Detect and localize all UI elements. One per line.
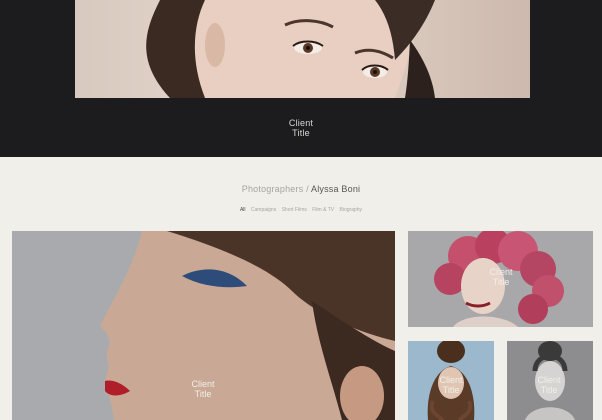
hero-client: Client	[288, 118, 314, 128]
hero-photo-illustration	[146, 0, 435, 98]
portfolio-tile-4[interactable]: Client Title	[507, 341, 593, 420]
portfolio-tile-2[interactable]: Client Title	[408, 231, 593, 327]
category-filter-nav: All Campaigns Short Films Film & TV Biog…	[0, 207, 602, 213]
filter-biography[interactable]: Biography	[340, 207, 363, 213]
tile-3-caption: Client Title	[435, 375, 467, 395]
tile-2-title: Title	[492, 277, 510, 287]
filter-short-films[interactable]: Short Films	[282, 207, 307, 213]
hero-title: Title	[292, 128, 310, 138]
breadcrumb-separator: /	[303, 184, 311, 194]
breadcrumb-photographers-link[interactable]: Photographers	[242, 184, 304, 194]
filter-campaigns[interactable]: Campaigns	[251, 207, 276, 213]
tile-1-client: Client	[191, 379, 215, 389]
photographer-name: Alyssa Boni	[311, 184, 361, 194]
hero-caption[interactable]: Client Title	[0, 118, 602, 138]
tile-3-title: Title	[442, 385, 460, 395]
tile-1-caption: Client Title	[172, 379, 234, 399]
filter-all[interactable]: All	[240, 207, 246, 213]
tile-4-title: Title	[540, 385, 558, 395]
hero-section: Client Title	[0, 0, 602, 157]
filter-film-tv[interactable]: Film & TV	[312, 207, 334, 213]
tile-4-client: Client	[537, 375, 561, 385]
portfolio-tile-1[interactable]: Client Title	[12, 231, 395, 420]
tile-2-client: Client	[489, 267, 513, 277]
portfolio-tile-3[interactable]: Client Title	[408, 341, 494, 420]
tile-1-title: Title	[194, 389, 212, 399]
tile-4-caption: Client Title	[533, 375, 565, 395]
tile-2-caption: Client Title	[486, 267, 516, 287]
page-title: Photographers / Alyssa Boni	[0, 184, 602, 194]
tile-3-client: Client	[439, 375, 463, 385]
hero-photo[interactable]	[75, 0, 530, 98]
